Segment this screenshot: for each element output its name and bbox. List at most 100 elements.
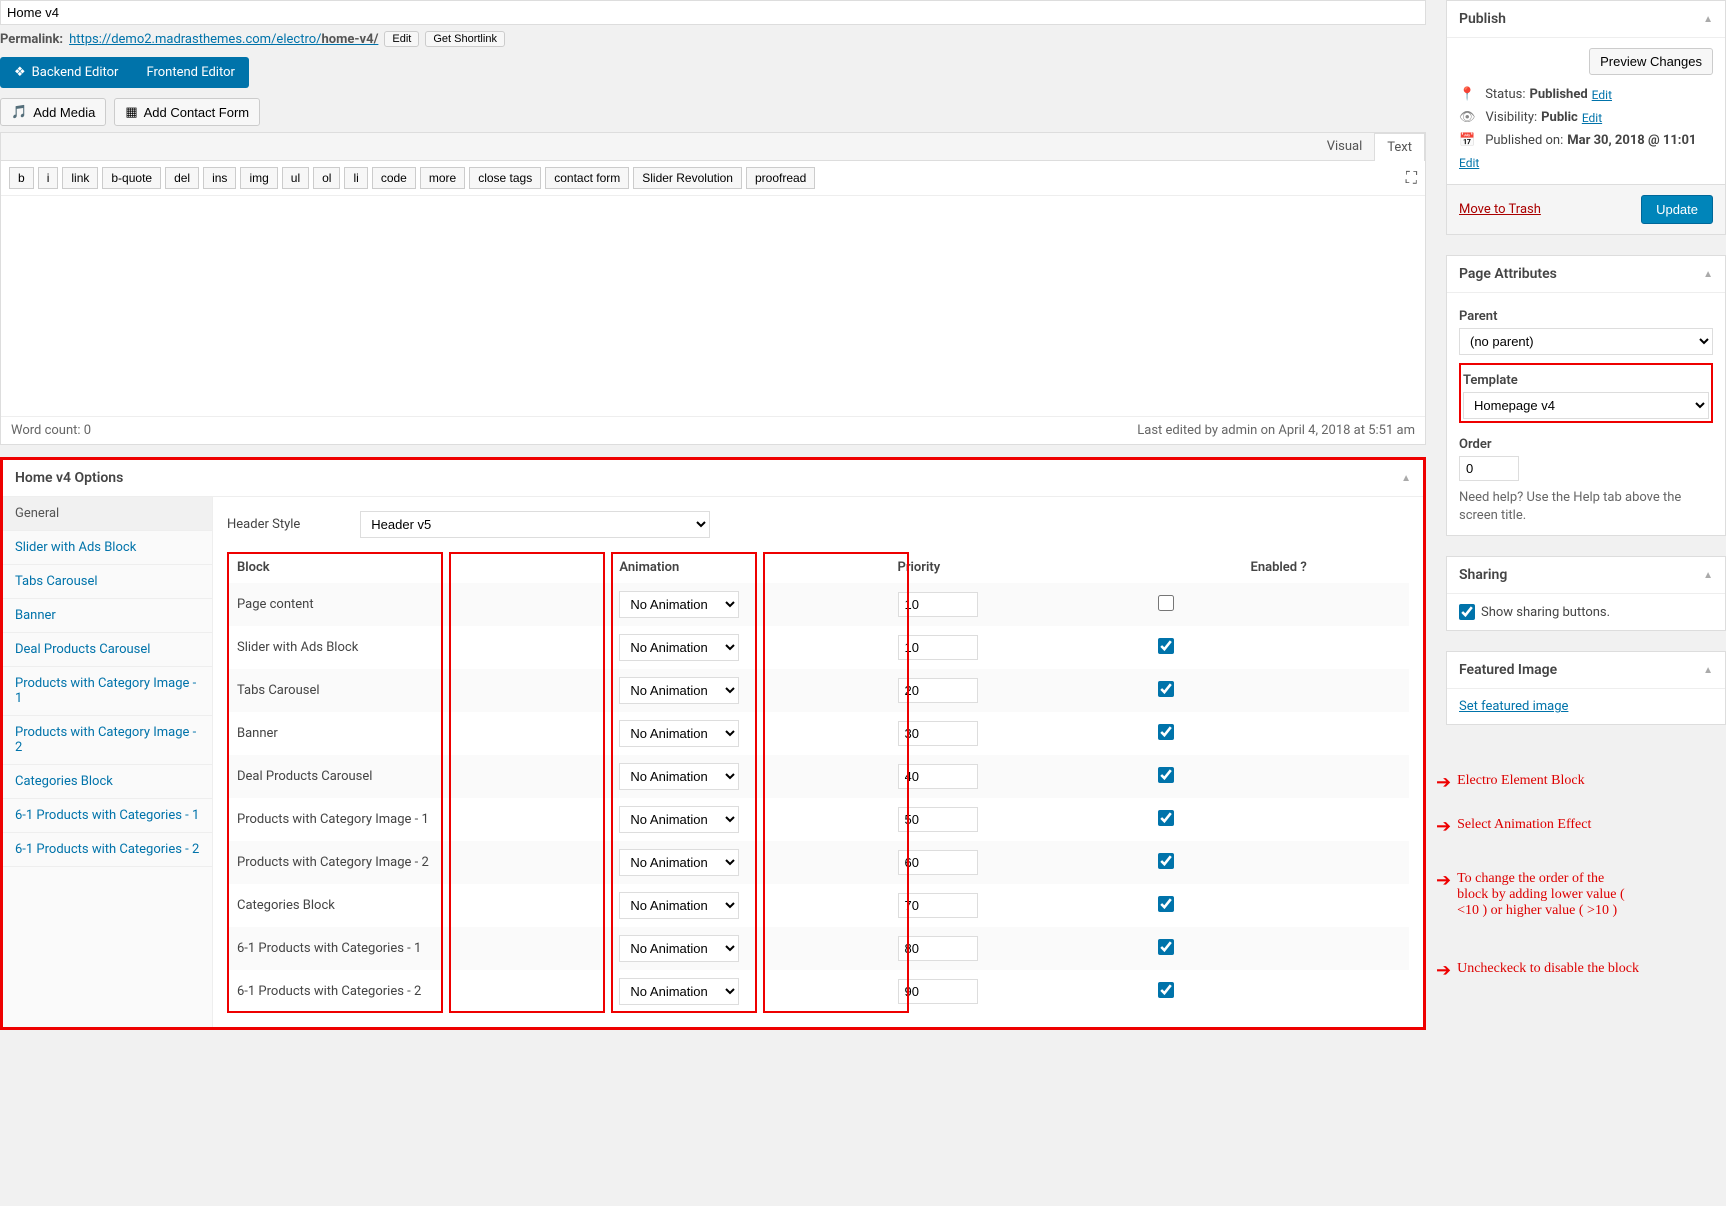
add-contact-form-button[interactable]: ▦Add Contact Form	[114, 98, 260, 126]
priority-input[interactable]	[898, 592, 978, 617]
collapse-icon[interactable]: ▲	[1703, 665, 1713, 676]
options-tab[interactable]: General	[3, 497, 212, 531]
table-row: 6-1 Products with Categories - 1No Anima…	[227, 927, 1409, 970]
edit-visibility-link[interactable]: Edit	[1582, 111, 1602, 125]
quicktag-img[interactable]: img	[240, 167, 277, 189]
frontend-editor-tab[interactable]: Frontend Editor	[132, 57, 248, 88]
enabled-checkbox[interactable]	[1158, 638, 1174, 654]
sharing-checkbox-label[interactable]: Show sharing buttons.	[1459, 604, 1713, 620]
options-tab[interactable]: Tabs Carousel	[3, 565, 212, 599]
quicktag-i[interactable]: i	[38, 167, 59, 189]
enabled-checkbox[interactable]	[1158, 595, 1174, 611]
animation-select[interactable]: No Animation	[619, 677, 739, 704]
set-featured-image-link[interactable]: Set featured image	[1459, 699, 1568, 714]
permalink-edit-button[interactable]: Edit	[384, 31, 419, 47]
block-name: Banner	[227, 712, 609, 755]
animation-select[interactable]: No Animation	[619, 849, 739, 876]
priority-input[interactable]	[898, 936, 978, 961]
col-block-header: Block	[227, 552, 609, 583]
enabled-checkbox[interactable]	[1158, 810, 1174, 826]
priority-input[interactable]	[898, 678, 978, 703]
animation-select[interactable]: No Animation	[619, 935, 739, 962]
priority-input[interactable]	[898, 979, 978, 1004]
collapse-icon[interactable]: ▲	[1703, 14, 1713, 25]
priority-input[interactable]	[898, 635, 978, 660]
block-name: Products with Category Image - 1	[227, 798, 609, 841]
options-tab[interactable]: Banner	[3, 599, 212, 633]
animation-select[interactable]: No Animation	[619, 806, 739, 833]
options-tab[interactable]: Slider with Ads Block	[3, 531, 212, 565]
editor-textarea[interactable]	[1, 196, 1425, 416]
col-priority-header: Priority	[888, 552, 1149, 583]
vc-editor-tabs: ❖Backend Editor Frontend Editor	[0, 57, 249, 88]
collapse-icon[interactable]: ▲	[1703, 570, 1713, 581]
priority-input[interactable]	[898, 721, 978, 746]
animation-select[interactable]: No Animation	[619, 634, 739, 661]
update-button[interactable]: Update	[1641, 195, 1713, 224]
edit-date-link[interactable]: Edit	[1459, 156, 1479, 170]
block-name: Deal Products Carousel	[227, 755, 609, 798]
home-options-metabox: Home v4 Options ▲ GeneralSlider with Ads…	[0, 457, 1426, 1030]
template-select[interactable]: Homepage v4	[1463, 392, 1709, 419]
header-style-select[interactable]: Header v5	[360, 511, 710, 538]
order-input[interactable]	[1459, 456, 1519, 481]
options-tab[interactable]: Categories Block	[3, 765, 212, 799]
page-title-input[interactable]	[0, 0, 1426, 25]
table-row: Products with Category Image - 2No Anima…	[227, 841, 1409, 884]
quicktag-ul[interactable]: ul	[282, 167, 309, 189]
text-tab[interactable]: Text	[1374, 133, 1425, 161]
priority-input[interactable]	[898, 850, 978, 875]
add-media-button[interactable]: 🎵Add Media	[0, 98, 106, 126]
collapse-icon[interactable]: ▲	[1703, 269, 1713, 280]
parent-select[interactable]: (no parent)	[1459, 328, 1713, 355]
quicktag-li[interactable]: li	[344, 167, 367, 189]
quicktag-proofread[interactable]: proofread	[746, 167, 815, 189]
options-tab[interactable]: Deal Products Carousel	[3, 633, 212, 667]
options-tab[interactable]: 6-1 Products with Categories - 1	[3, 799, 212, 833]
quicktag-b[interactable]: b	[9, 167, 34, 189]
quicktag-more[interactable]: more	[420, 167, 465, 189]
enabled-checkbox[interactable]	[1158, 767, 1174, 783]
visual-tab[interactable]: Visual	[1315, 133, 1375, 160]
priority-input[interactable]	[898, 764, 978, 789]
quicktag-b-quote[interactable]: b-quote	[102, 167, 161, 189]
animation-select[interactable]: No Animation	[619, 978, 739, 1005]
animation-select[interactable]: No Animation	[619, 763, 739, 790]
edit-status-link[interactable]: Edit	[1592, 88, 1612, 102]
annotation-3: To change the order of the block by addi…	[1457, 871, 1636, 919]
collapse-icon[interactable]: ▲	[1401, 473, 1411, 484]
priority-input[interactable]	[898, 807, 978, 832]
enabled-checkbox[interactable]	[1158, 939, 1174, 955]
table-row: Categories BlockNo Animation	[227, 884, 1409, 927]
animation-select[interactable]: No Animation	[619, 591, 739, 618]
move-to-trash-link[interactable]: Move to Trash	[1459, 202, 1541, 217]
quicktag-close-tags[interactable]: close tags	[469, 167, 541, 189]
enabled-checkbox[interactable]	[1158, 853, 1174, 869]
enabled-checkbox[interactable]	[1158, 896, 1174, 912]
quicktag-Slider-Revolution[interactable]: Slider Revolution	[633, 167, 742, 189]
quicktag-del[interactable]: del	[165, 167, 199, 189]
sharing-checkbox[interactable]	[1459, 604, 1475, 620]
enabled-checkbox[interactable]	[1158, 982, 1174, 998]
options-tab[interactable]: Products with Category Image - 2	[3, 716, 212, 765]
priority-input[interactable]	[898, 893, 978, 918]
fullscreen-icon[interactable]: ⛶	[1406, 168, 1417, 188]
quicktag-link[interactable]: link	[62, 167, 98, 189]
enabled-checkbox[interactable]	[1158, 724, 1174, 740]
quicktag-contact-form[interactable]: contact form	[545, 167, 629, 189]
publish-box: Publish▲ Preview Changes 📍Status: Publis…	[1446, 0, 1726, 235]
enabled-checkbox[interactable]	[1158, 681, 1174, 697]
preview-changes-button[interactable]: Preview Changes	[1589, 48, 1713, 75]
options-tab[interactable]: 6-1 Products with Categories - 2	[3, 833, 212, 867]
animation-select[interactable]: No Animation	[619, 892, 739, 919]
annotation-2: Select Animation Effect	[1457, 817, 1591, 833]
quicktag-ins[interactable]: ins	[203, 167, 236, 189]
quicktag-code[interactable]: code	[372, 167, 416, 189]
backend-editor-tab[interactable]: ❖Backend Editor	[0, 57, 132, 88]
animation-select[interactable]: No Animation	[619, 720, 739, 747]
options-tab[interactable]: Products with Category Image - 1	[3, 667, 212, 716]
sharing-box: Sharing▲ Show sharing buttons.	[1446, 556, 1726, 631]
permalink-link[interactable]: https://demo2.madrasthemes.com/electro/h…	[69, 32, 378, 47]
get-shortlink-button[interactable]: Get Shortlink	[425, 31, 505, 47]
quicktag-ol[interactable]: ol	[313, 167, 340, 189]
